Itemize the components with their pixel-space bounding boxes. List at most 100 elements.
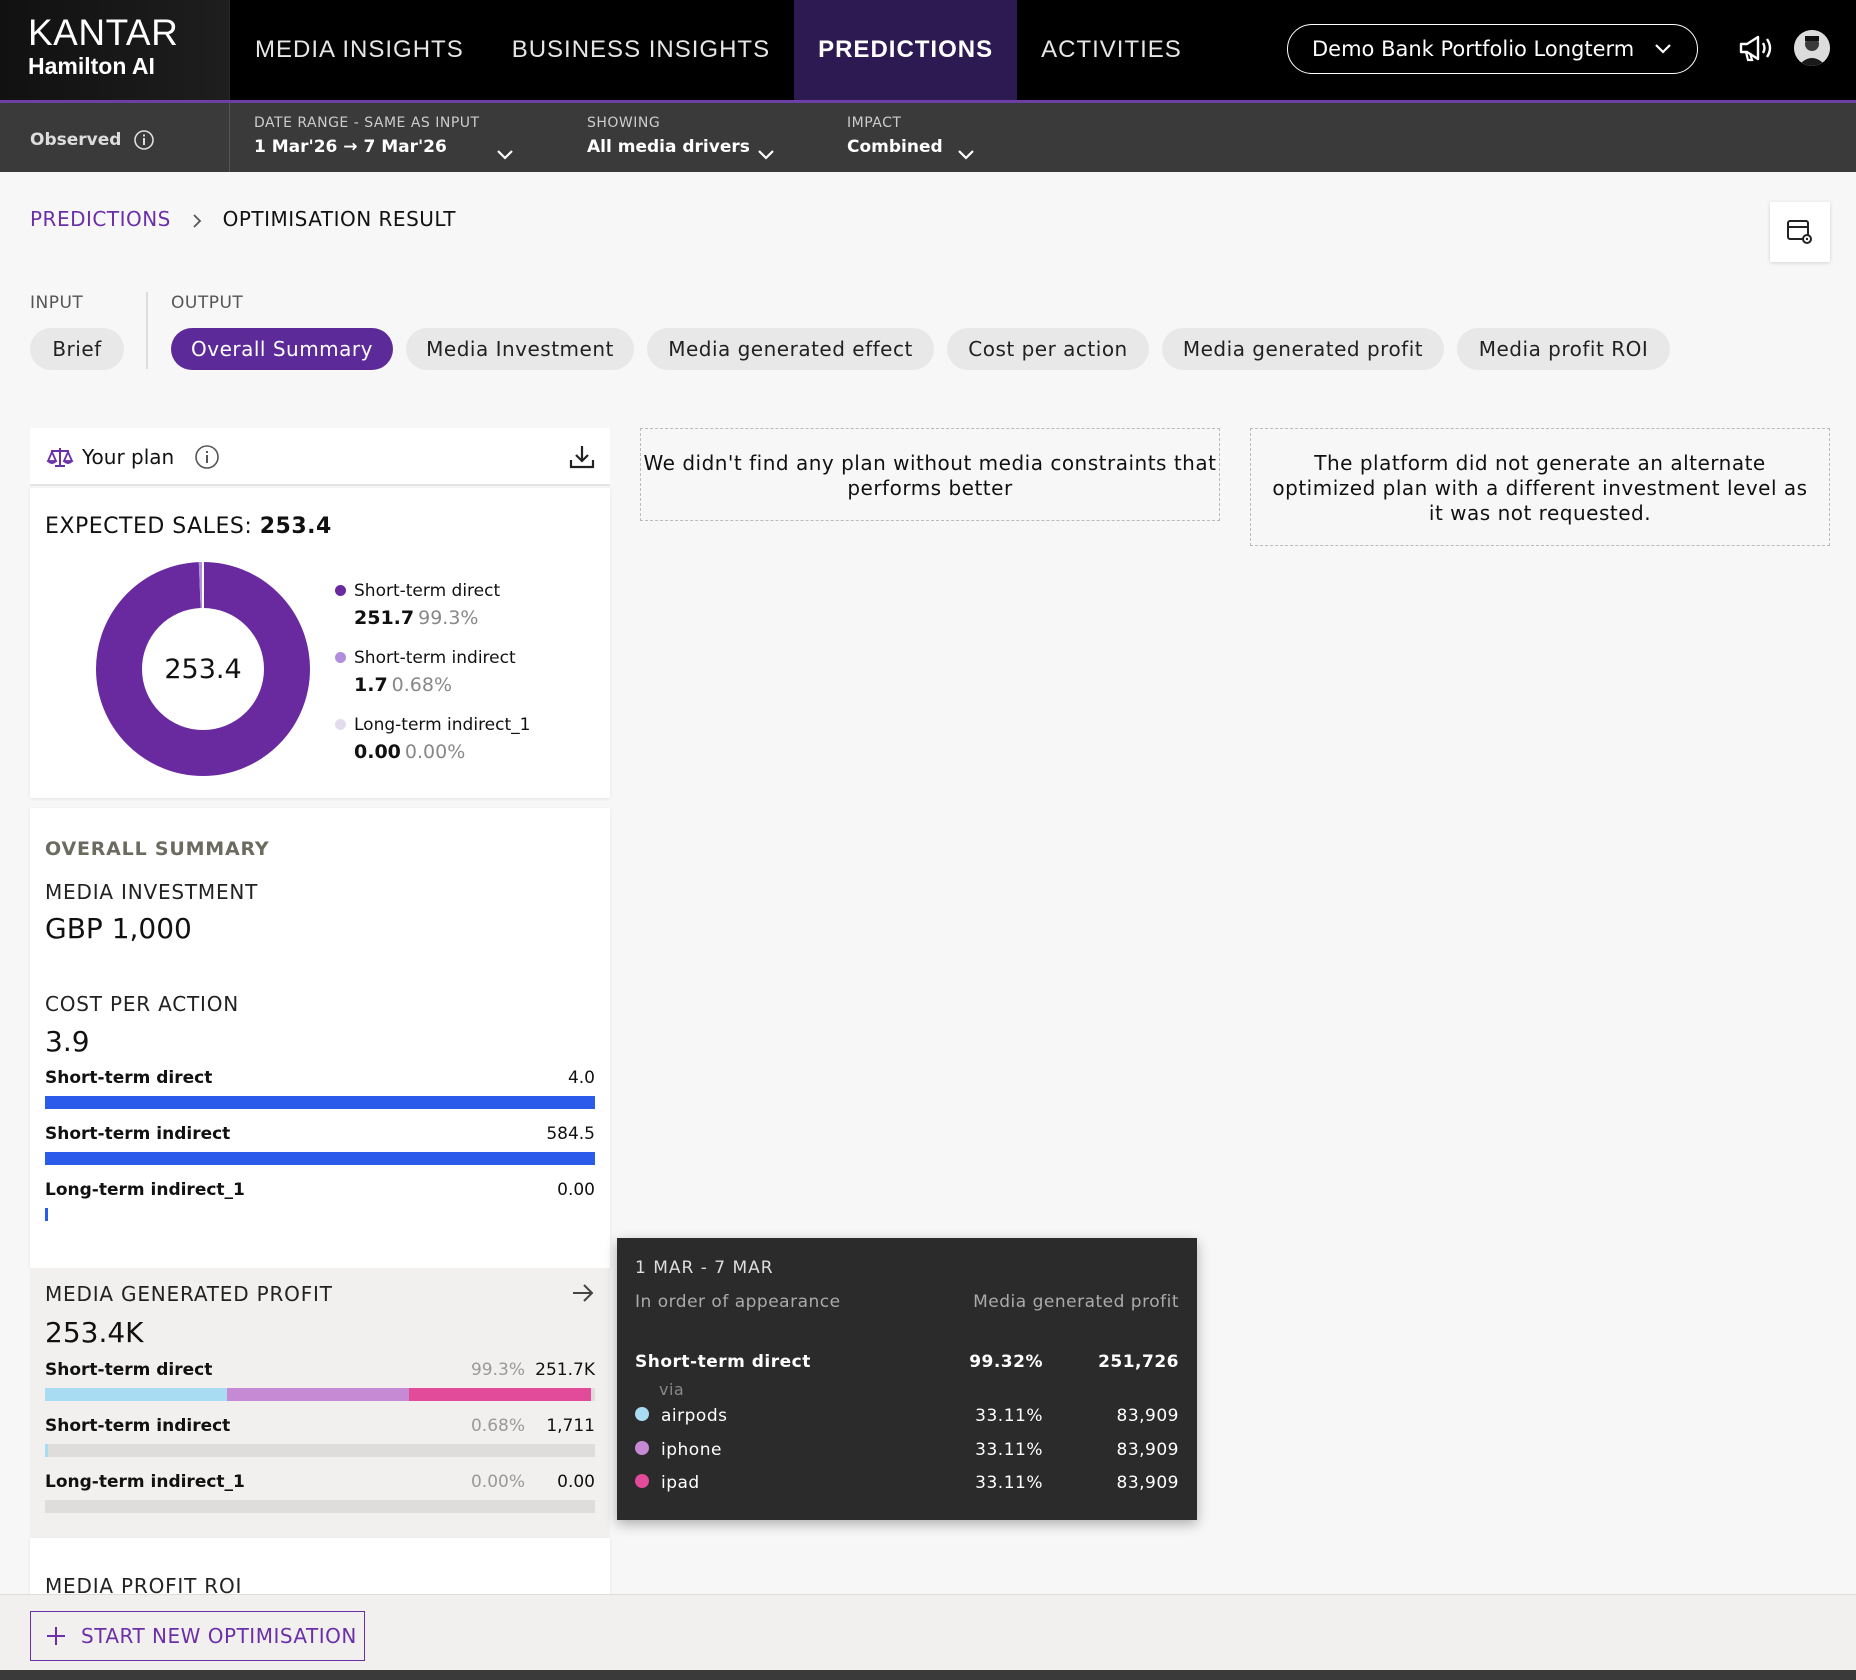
start-new-optimisation-label: START NEW OPTIMISATION bbox=[81, 1624, 357, 1648]
legend-value: 1.7 bbox=[354, 674, 388, 696]
profit-bar-segment[interactable] bbox=[45, 1444, 48, 1457]
legend-pct: 0.68% bbox=[391, 674, 453, 696]
profit-row-value: 251.7K bbox=[535, 1360, 595, 1380]
tab-cost-per-action[interactable]: Cost per action bbox=[947, 328, 1149, 370]
legend-item-long-term-indirect: Long-term indirect_1 0.00 0.00% bbox=[335, 715, 530, 763]
nav-predictions[interactable]: PREDICTIONS bbox=[794, 0, 1018, 100]
profit-bar-segment[interactable] bbox=[409, 1388, 592, 1401]
tooltip-driver-value: 251,726 bbox=[1098, 1352, 1179, 1372]
breadcrumb-current: OPTIMISATION RESULT bbox=[222, 207, 457, 231]
cpa-row-name: Short-term indirect bbox=[45, 1124, 231, 1144]
filter-bar: Observed DATE RANGE - SAME AS INPUT 1 Ma… bbox=[0, 100, 1856, 172]
date-range-filter[interactable]: DATE RANGE - SAME AS INPUT 1 Mar'26 → 7 … bbox=[254, 115, 524, 160]
table-settings-icon bbox=[1787, 220, 1812, 244]
your-plan-title: Your plan bbox=[82, 445, 175, 469]
profit-row-pct: 0.00% bbox=[470, 1472, 525, 1492]
profit-bar-segment[interactable] bbox=[45, 1388, 228, 1401]
your-plan-header: Your plan bbox=[30, 428, 610, 486]
showing-label: SHOWING bbox=[587, 115, 661, 131]
megaphone-icon[interactable] bbox=[1738, 32, 1776, 64]
legend-pct: 99.3% bbox=[418, 607, 479, 629]
info-icon[interactable] bbox=[133, 129, 155, 151]
cpa-bar-track bbox=[45, 1208, 595, 1221]
tooltip-row-value: 83,909 bbox=[1116, 1406, 1179, 1426]
expected-sales-donut-chart[interactable]: 253.4 bbox=[96, 562, 310, 776]
profit-row-value: 1,711 bbox=[546, 1416, 595, 1436]
balance-scale-icon bbox=[46, 448, 74, 467]
nav-activities[interactable]: ACTIVITIES bbox=[1017, 0, 1206, 100]
tab-media-investment[interactable]: Media Investment bbox=[406, 328, 634, 370]
expected-sales: EXPECTED SALES: 253.4 bbox=[45, 514, 332, 539]
tooltip-row-airpods: airpods 33.11% 83,909 bbox=[635, 1406, 1179, 1426]
expected-sales-value: 253.4 bbox=[259, 514, 332, 539]
legend-name: Long-term indirect_1 bbox=[354, 715, 531, 735]
tooltip-row-name: airpods bbox=[661, 1406, 728, 1426]
chevron-down-icon bbox=[758, 150, 774, 160]
brand-name: KANTAR bbox=[28, 12, 179, 53]
legend-dot bbox=[335, 718, 346, 730]
media-investment-value: GBP 1,000 bbox=[45, 912, 192, 945]
tooltip-row-value: 83,909 bbox=[1116, 1473, 1179, 1493]
user-avatar[interactable] bbox=[1794, 30, 1830, 66]
media-investment-label: MEDIA INVESTMENT bbox=[45, 880, 259, 904]
start-new-optimisation-button[interactable]: START NEW OPTIMISATION bbox=[30, 1611, 365, 1661]
profit-bar-track bbox=[45, 1444, 595, 1457]
profit-row-short-term-direct: Short-term direct 99.3% 251.7K bbox=[45, 1360, 595, 1401]
expected-sales-label: EXPECTED SALES: bbox=[45, 514, 253, 539]
tooltip-row-name: ipad bbox=[661, 1473, 700, 1493]
tooltip-row-ipad: ipad 33.11% 83,909 bbox=[635, 1473, 1179, 1493]
breadcrumb-predictions[interactable]: PREDICTIONS bbox=[30, 207, 171, 231]
cpa-row-name: Long-term indirect_1 bbox=[45, 1180, 245, 1200]
chevron-right-icon bbox=[193, 213, 202, 228]
brand-logo[interactable]: KANTAR Hamilton AI bbox=[0, 0, 230, 100]
tab-media-generated-profit[interactable]: Media generated profit bbox=[1162, 328, 1444, 370]
plus-icon bbox=[47, 1627, 65, 1645]
overall-summary-title: OVERALL SUMMARY bbox=[45, 838, 270, 860]
showing-filter[interactable]: SHOWING All media drivers bbox=[587, 115, 787, 160]
input-section-label: INPUT bbox=[30, 293, 84, 313]
tooltip-dot bbox=[635, 1441, 649, 1455]
tab-media-profit-roi[interactable]: Media profit ROI bbox=[1457, 328, 1670, 370]
chevron-down-icon bbox=[497, 150, 513, 160]
overall-summary-card: OVERALL SUMMARY MEDIA INVESTMENT GBP 1,0… bbox=[30, 808, 610, 1268]
tab-brief[interactable]: Brief bbox=[30, 328, 124, 370]
media-generated-profit-card[interactable]: MEDIA GENERATED PROFIT 253.4K Short-term… bbox=[30, 1268, 610, 1538]
profit-tooltip: 1 MAR - 7 MAR In order of appearance Med… bbox=[617, 1238, 1197, 1520]
legend-item-short-term-indirect: Short-term indirect 1.7 0.68% bbox=[335, 648, 530, 696]
section-divider bbox=[146, 292, 148, 369]
download-icon[interactable] bbox=[568, 443, 596, 471]
legend-pct: 0.00% bbox=[404, 741, 466, 763]
nav-media-insights[interactable]: MEDIA INSIGHTS bbox=[230, 0, 488, 100]
media-generated-profit-label: MEDIA GENERATED PROFIT bbox=[45, 1282, 333, 1306]
avatar-image bbox=[1794, 30, 1830, 66]
chevron-down-icon bbox=[958, 150, 974, 160]
tooltip-driver-pct: 99.32% bbox=[969, 1352, 1043, 1372]
impact-filter[interactable]: IMPACT Combined bbox=[847, 115, 987, 160]
info-icon[interactable] bbox=[194, 444, 220, 470]
output-section-label: OUTPUT bbox=[171, 293, 244, 313]
cpa-row-short-term-indirect: Short-term indirect 584.5 bbox=[45, 1124, 595, 1165]
table-settings-button[interactable] bbox=[1770, 202, 1830, 262]
date-range-value: 1 Mar'26 → 7 Mar'26 bbox=[254, 137, 447, 157]
no-better-plan-message: We didn't find any plan without media co… bbox=[640, 428, 1220, 521]
arrow-right-icon[interactable] bbox=[570, 1280, 596, 1306]
legend-name: Short-term indirect bbox=[354, 648, 516, 668]
profit-row-pct: 0.68% bbox=[470, 1416, 525, 1436]
observed-label: Observed bbox=[30, 130, 122, 150]
impact-label: IMPACT bbox=[847, 115, 902, 131]
legend-dot bbox=[335, 651, 346, 663]
profit-bar-segment[interactable] bbox=[227, 1388, 410, 1401]
no-better-plan-text: We didn't find any plan without media co… bbox=[643, 451, 1217, 500]
cost-per-action-value: 3.9 bbox=[45, 1025, 90, 1058]
tab-media-generated-effect[interactable]: Media generated effect bbox=[647, 328, 934, 370]
tab-overall-summary[interactable]: Overall Summary bbox=[171, 328, 393, 370]
portfolio-selector[interactable]: Demo Bank Portfolio Longterm bbox=[1287, 24, 1698, 74]
cpa-bar-fill bbox=[45, 1096, 595, 1109]
observed-toggle[interactable]: Observed bbox=[0, 103, 230, 172]
tooltip-row-name: iphone bbox=[661, 1440, 722, 1460]
nav-business-insights[interactable]: BUSINESS INSIGHTS bbox=[488, 0, 794, 100]
donut-legend: Short-term direct 251.7 99.3% Short-term … bbox=[335, 581, 530, 782]
cost-per-action-label: COST PER ACTION bbox=[45, 992, 240, 1016]
cpa-bar-track bbox=[45, 1096, 595, 1109]
bottom-strip bbox=[0, 1670, 1856, 1680]
